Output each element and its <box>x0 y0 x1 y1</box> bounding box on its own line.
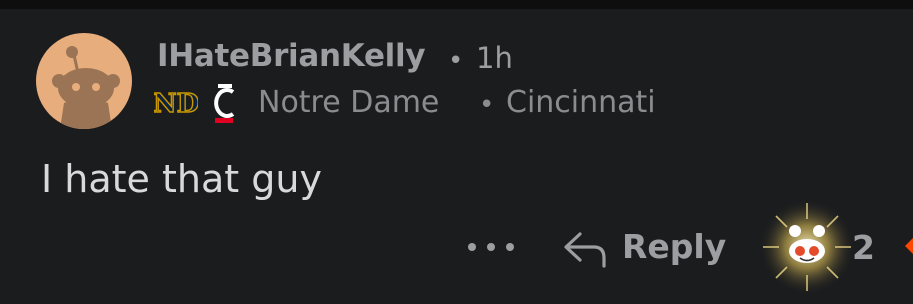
comment-timestamp: 1h <box>476 41 513 75</box>
comment-body: I hate that guy <box>41 157 322 201</box>
upvote-icon[interactable] <box>903 238 913 254</box>
meta-separator: • <box>448 46 464 76</box>
snoo-avatar-icon <box>52 46 120 129</box>
user-avatar[interactable] <box>36 33 132 129</box>
ellipsis-icon <box>506 243 514 251</box>
ellipsis-icon <box>487 243 495 251</box>
reply-label: Reply <box>622 227 727 266</box>
ellipsis-icon <box>468 243 476 251</box>
svg-text:ND: ND <box>154 89 198 119</box>
flair-separator: • <box>479 90 495 120</box>
notre-dame-logo-icon: ND <box>152 85 200 121</box>
more-options-button[interactable] <box>468 232 514 262</box>
reply-button[interactable]: Reply <box>562 224 732 274</box>
cincinnati-logo-icon <box>209 82 239 126</box>
reply-arrow-icon <box>564 232 606 268</box>
reddit-award-icon[interactable] <box>757 197 857 297</box>
flair-primary-team: Notre Dame <box>258 85 440 120</box>
vote-count: 2 <box>852 228 875 267</box>
comment-username[interactable]: IHateBrianKelly <box>157 38 426 74</box>
top-divider <box>0 0 913 9</box>
flair-secondary-team: Cincinnati <box>506 85 656 120</box>
